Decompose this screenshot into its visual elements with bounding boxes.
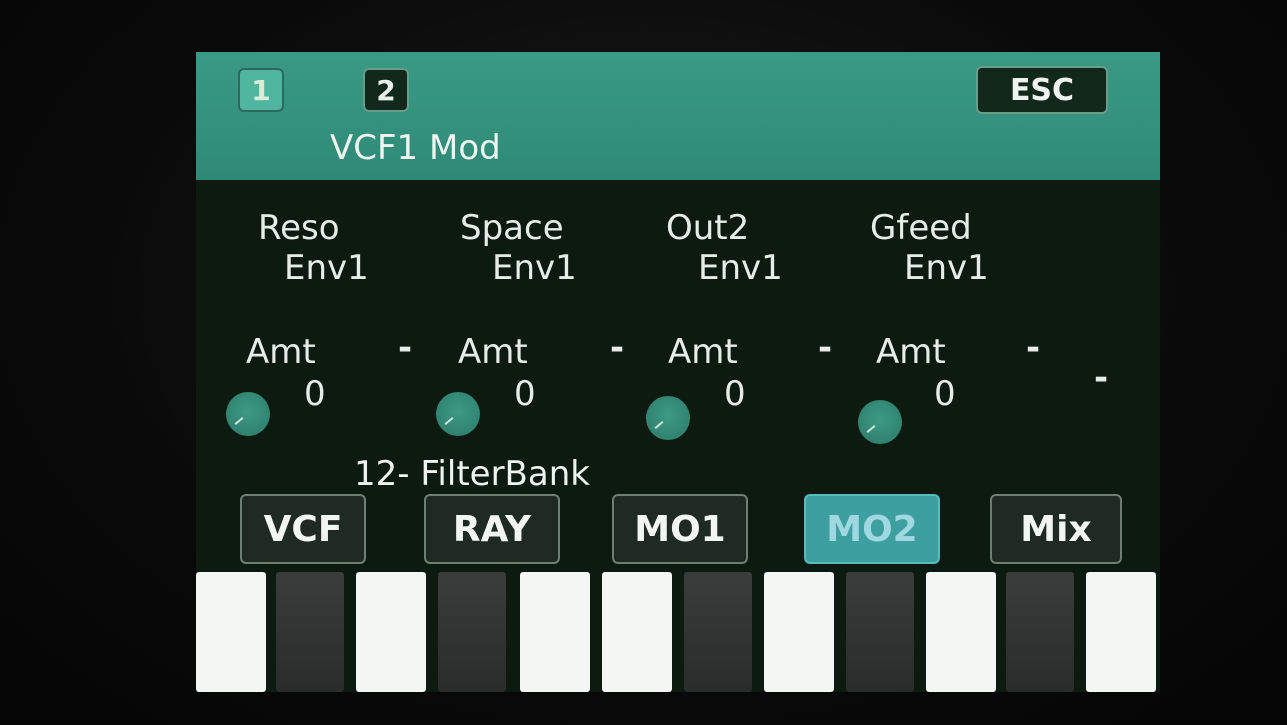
amt-label-out2: Amt	[668, 332, 738, 372]
page-button-vcf[interactable]: VCF	[240, 494, 366, 564]
knob-gfeed[interactable]	[858, 400, 902, 444]
lcd-screen: 1 2 ESC VCF1 Mod Reso Env1 Amt - 0 Space…	[196, 52, 1160, 692]
dash-reso: -	[398, 328, 413, 368]
page-button-mix[interactable]: Mix	[990, 494, 1122, 564]
piano-key-black[interactable]	[1006, 572, 1074, 692]
piano-key-black[interactable]	[684, 572, 752, 692]
param-source-out2[interactable]: Env1	[698, 248, 783, 288]
header-bar: 1 2 ESC VCF1 Mod	[196, 52, 1160, 180]
param-source-gfeed[interactable]: Env1	[904, 248, 989, 288]
knob-space[interactable]	[436, 392, 480, 436]
page-button-mo2[interactable]: MO2	[804, 494, 940, 564]
dash-extra: -	[1094, 358, 1109, 398]
amt-value-gfeed: 0	[934, 374, 956, 414]
amt-label-reso: Amt	[246, 332, 316, 372]
piano-key-white[interactable]	[764, 572, 834, 692]
piano-key-white[interactable]	[520, 572, 590, 692]
page-title: VCF1 Mod	[330, 128, 501, 168]
algorithm-label: 12- FilterBank	[354, 454, 590, 494]
param-source-space[interactable]: Env1	[492, 248, 577, 288]
dash-out2: -	[818, 328, 833, 368]
param-name-out2: Out2	[666, 208, 750, 248]
param-source-reso[interactable]: Env1	[284, 248, 369, 288]
esc-button[interactable]: ESC	[976, 66, 1108, 114]
amt-value-space: 0	[514, 374, 536, 414]
piano-key-white[interactable]	[602, 572, 672, 692]
piano-key-white[interactable]	[196, 572, 266, 692]
knob-out2[interactable]	[646, 396, 690, 440]
param-name-gfeed: Gfeed	[870, 208, 972, 248]
piano-key-white[interactable]	[356, 572, 426, 692]
param-name-reso: Reso	[258, 208, 340, 248]
amt-label-gfeed: Amt	[876, 332, 946, 372]
page-button-ray[interactable]: RAY	[424, 494, 560, 564]
knob-reso[interactable]	[226, 392, 270, 436]
dash-gfeed: -	[1026, 328, 1041, 368]
tab-2[interactable]: 2	[363, 68, 409, 112]
piano-key-black[interactable]	[846, 572, 914, 692]
amt-value-out2: 0	[724, 374, 746, 414]
dash-space: -	[610, 328, 625, 368]
page-button-mo1[interactable]: MO1	[612, 494, 748, 564]
amt-value-reso: 0	[304, 374, 326, 414]
piano-key-white[interactable]	[1086, 572, 1156, 692]
piano-key-black[interactable]	[438, 572, 506, 692]
piano-key-white[interactable]	[926, 572, 996, 692]
tab-1[interactable]: 1	[238, 68, 284, 112]
piano-key-black[interactable]	[276, 572, 344, 692]
param-name-space: Space	[460, 208, 564, 248]
amt-label-space: Amt	[458, 332, 528, 372]
